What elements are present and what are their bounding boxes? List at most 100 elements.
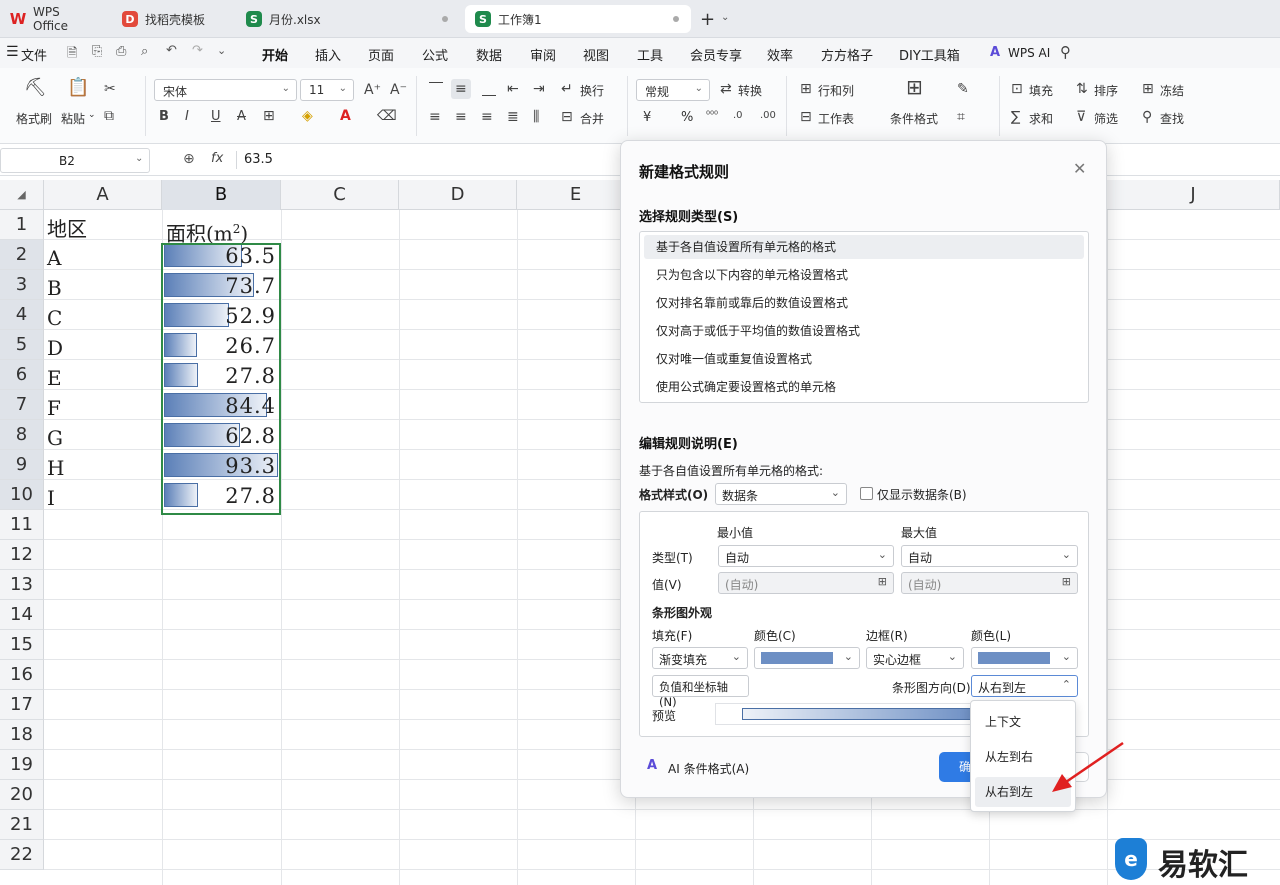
select-all-icon[interactable]: ◢ [0,180,44,210]
tab-template[interactable]: D 找稻壳模板 [112,5,232,33]
increase-font-icon[interactable]: A⁺ [364,82,381,98]
align-right-icon[interactable]: ≡ [481,109,493,125]
decrease-font-icon[interactable]: A⁻ [390,82,407,98]
fx-icon[interactable]: fx [211,151,223,166]
column-header-d[interactable]: D [399,180,517,210]
min-type-select[interactable]: 自动 ⌄ [718,545,894,567]
convert-button[interactable]: 转换 [738,82,762,99]
merge-icon[interactable]: ⊟ [561,109,573,125]
merge-button[interactable]: 合并 [580,110,604,127]
find-button[interactable]: 查找 [1160,110,1184,127]
row-header-10[interactable]: 10 [0,480,44,510]
align-middle-icon[interactable]: ≡ [451,79,471,99]
cell-a9[interactable]: H [47,452,64,482]
tab-workbook1[interactable]: S 工作簿1 [465,5,691,33]
cell-a4[interactable]: C [47,302,62,332]
row-header-12[interactable]: 12 [0,540,44,570]
rows-cols-icon[interactable]: ⊞ [800,81,812,97]
row-header-2[interactable]: 2 [0,240,44,270]
negative-axis-button[interactable]: 负值和坐标轴(N) [652,675,749,709]
fill-button[interactable]: 填充 [1029,82,1053,99]
table-style-icon[interactable]: ⌗ [957,109,965,125]
rule-type-item[interactable]: 仅对排名靠前或靠后的数值设置格式 [644,291,1084,315]
new-tab-plus-icon[interactable]: + [700,9,715,30]
font-size-select[interactable]: 11 ⌄ [300,79,354,101]
rule-type-item[interactable]: 仅对高于或低于平均值的数值设置格式 [644,319,1084,343]
conditional-format-button[interactable]: 条件格式 [890,110,938,127]
paste-icon[interactable]: 📋 [67,79,89,97]
search-icon[interactable]: ⚲ [1060,43,1071,61]
menu-home[interactable]: 开始 [262,45,288,64]
underline-button[interactable]: U [211,109,221,125]
cut-icon[interactable]: ✂ [104,81,116,97]
paste-chevron-icon[interactable]: ⌄ [88,110,96,120]
cell-a10[interactable]: I [47,482,55,512]
column-header-c[interactable]: C [281,180,399,210]
rule-type-item[interactable]: 基于各自值设置所有单元格的格式 [644,235,1084,259]
filter-icon[interactable]: ⊽ [1076,109,1086,125]
freeze-button[interactable]: 冻结 [1160,82,1184,99]
tab-list-chevron-icon[interactable]: ⌄ [721,12,729,23]
row-header-20[interactable]: 20 [0,780,44,810]
dropdown-option-context[interactable]: 上下文 [975,707,1071,737]
zoom-icon[interactable]: ⊕ [183,151,195,167]
menu-wps-ai[interactable]: WPS AI [1008,46,1050,60]
row-header-13[interactable]: 13 [0,570,44,600]
strikethrough-button[interactable]: A [237,109,246,125]
convert-icon[interactable]: ⇄ [720,81,732,97]
filter-button[interactable]: 筛选 [1094,110,1118,127]
align-left-icon[interactable]: ≡ [429,109,441,125]
menu-member[interactable]: 会员专享 [690,45,742,64]
cell-a8[interactable]: G [47,422,63,452]
border-color-select[interactable]: ⌄ [971,647,1078,669]
redo-icon[interactable]: ↷ [192,43,203,58]
ai-conditional-format-button[interactable]: AI 条件格式(A) [668,760,749,777]
border-type-select[interactable]: 实心边框 ⌄ [866,647,964,669]
max-type-select[interactable]: 自动 ⌄ [901,545,1078,567]
justify-icon[interactable]: ≣ [507,109,519,125]
copy-icon[interactable]: ⧉ [104,108,114,124]
menu-view[interactable]: 视图 [583,45,609,64]
indent-decrease-icon[interactable]: ⇤ [507,81,519,97]
row-header-14[interactable]: 14 [0,600,44,630]
thousands-icon[interactable]: ⁰⁰⁰ [706,108,718,124]
menu-diy[interactable]: DIY工具箱 [899,45,960,64]
number-format-select[interactable]: 常规 ⌄ [636,79,710,101]
rule-type-item[interactable]: 只为包含以下内容的单元格设置格式 [644,263,1084,287]
sum-icon[interactable]: ∑ [1011,109,1020,125]
worksheet-icon[interactable]: ⊟ [800,109,812,125]
percent-button[interactable]: % [681,110,693,125]
column-header-b[interactable]: B [162,180,281,210]
undo-icon[interactable]: ↶ [166,43,177,58]
rule-type-item[interactable]: 使用公式确定要设置格式的单元格 [644,375,1084,399]
fill-color-icon[interactable]: ◈ [302,108,313,124]
print-icon[interactable]: ⎙ [116,44,126,59]
column-header-e[interactable]: E [517,180,635,210]
row-header-1[interactable]: 1 [0,210,44,240]
min-value-input[interactable]: (自动) ⊞ [718,572,894,594]
row-header-16[interactable]: 16 [0,660,44,690]
sort-icon[interactable]: ⇅ [1076,81,1088,97]
column-header-j[interactable]: J [1107,180,1280,210]
conditional-format-icon[interactable]: ⊞ [906,77,923,97]
format-painter-icon[interactable]: ⛏ [24,79,47,97]
cell-a5[interactable]: D [47,332,63,362]
fill-color-select[interactable]: ⌄ [754,647,860,669]
decrease-decimal-icon[interactable]: .00 [760,108,776,124]
currency-button[interactable]: ¥ [643,110,651,125]
cell-a6[interactable]: E [47,362,62,392]
max-value-input[interactable]: (自动) ⊞ [901,572,1078,594]
show-bar-only-checkbox[interactable] [860,487,873,500]
row-header-17[interactable]: 17 [0,690,44,720]
menu-insert[interactable]: 插入 [315,45,341,64]
font-color-icon[interactable]: A [340,108,351,124]
print-preview-icon[interactable]: ⌕ [141,44,148,59]
border-icon[interactable]: ⊞ [263,108,275,124]
row-header-7[interactable]: 7 [0,390,44,420]
paste-button[interactable]: 粘贴 [61,110,85,127]
menu-tools[interactable]: 工具 [637,45,663,64]
wrap-text-icon[interactable]: ↵ [561,81,573,97]
hamburger-icon[interactable]: ☰ [6,44,19,60]
bold-button[interactable]: B [159,109,169,125]
row-header-4[interactable]: 4 [0,300,44,330]
